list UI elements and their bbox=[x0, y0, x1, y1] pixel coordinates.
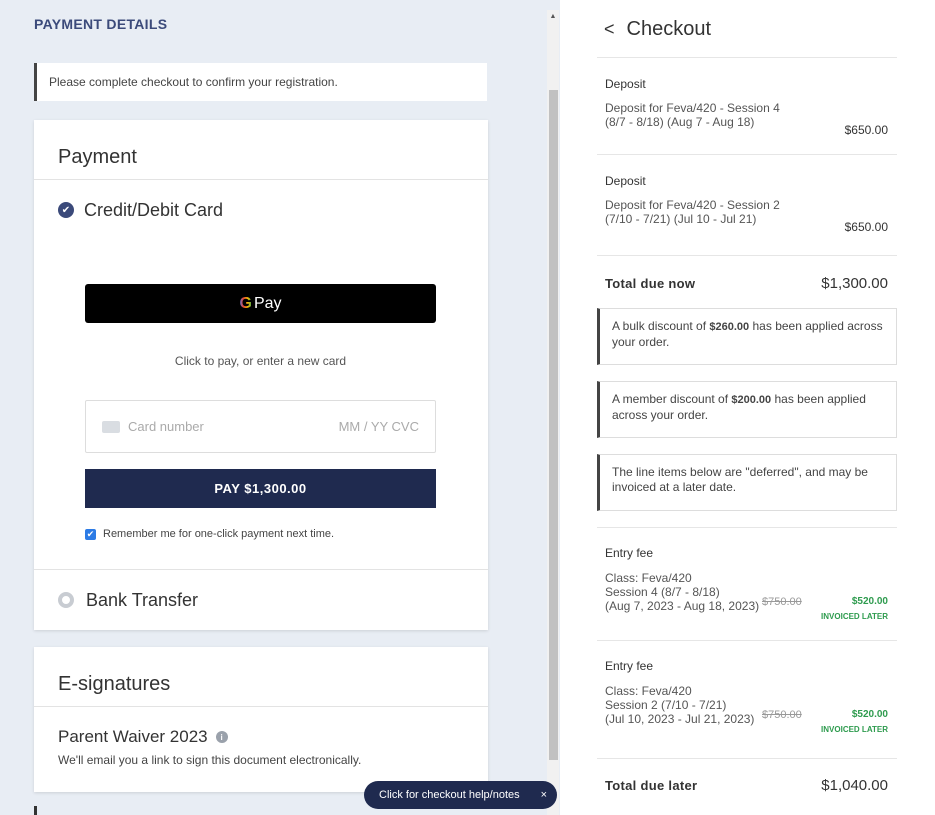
radio-icon[interactable] bbox=[58, 592, 74, 608]
remember-me-row[interactable]: ✔ Remember me for one-click payment next… bbox=[85, 528, 334, 540]
chevron-left-icon[interactable]: < bbox=[604, 19, 615, 40]
line-item-title: Deposit bbox=[605, 174, 646, 188]
payment-card: Payment ✔ Credit/Debit Card G Pay Click … bbox=[34, 120, 488, 630]
esignatures-card: E-signatures Parent Waiver 2023 i We'll … bbox=[34, 647, 488, 792]
registration-notice: Please complete checkout to confirm your… bbox=[34, 63, 487, 101]
bank-transfer-label: Bank Transfer bbox=[86, 589, 199, 610]
google-pay-label: Pay bbox=[253, 294, 282, 312]
checkout-help-label: Click for checkout help/notes bbox=[379, 789, 520, 801]
line-item-amount: $650.00 bbox=[844, 220, 888, 234]
section-title: PAYMENT DETAILS bbox=[34, 16, 168, 32]
bulk-discount-note: A bulk discount of $260.00 has been appl… bbox=[597, 308, 897, 365]
scrollbar[interactable]: ▲ bbox=[547, 10, 559, 815]
divider bbox=[597, 255, 897, 256]
remember-me-label: Remember me for one-click payment next t… bbox=[103, 528, 335, 540]
divider bbox=[597, 154, 897, 155]
scroll-up-arrow-icon[interactable]: ▲ bbox=[547, 10, 559, 24]
waiver-title-row: Parent Waiver 2023 i bbox=[34, 707, 488, 747]
total-due-now-value: $1,300.00 bbox=[821, 275, 888, 292]
click-to-pay-text: Click to pay, or enter a new card bbox=[174, 354, 347, 368]
esignatures-heading: E-signatures bbox=[34, 647, 488, 707]
payment-details-panel: PAYMENT DETAILS Please complete checkout… bbox=[0, 0, 560, 815]
total-due-later-row: Total due later $1,040.00 bbox=[605, 777, 888, 794]
total-due-now-label: Total due now bbox=[605, 276, 696, 291]
info-icon[interactable]: i bbox=[215, 731, 228, 743]
member-discount-note: A member discount of $200.00 has been ap… bbox=[597, 381, 897, 438]
original-price: $750.00 bbox=[762, 709, 802, 721]
invoiced-later-badge: INVOICED LATER bbox=[821, 612, 888, 621]
original-price: $750.00 bbox=[762, 596, 802, 608]
total-due-later-value: $1,040.00 bbox=[821, 777, 888, 794]
discounted-price: $520.00 bbox=[851, 709, 888, 720]
check-circle-icon: ✔ bbox=[58, 202, 74, 218]
line-item-amount: $650.00 bbox=[844, 123, 888, 137]
waiver-title: Parent Waiver 2023 bbox=[58, 727, 208, 746]
discounted-price: $520.00 bbox=[851, 596, 888, 607]
credit-card-option[interactable]: ✔ Credit/Debit Card bbox=[34, 180, 488, 240]
card-number-input[interactable]: Card number MM / YY CVC bbox=[85, 400, 436, 453]
next-card-edge bbox=[34, 806, 37, 815]
bank-transfer-option[interactable]: Bank Transfer bbox=[34, 569, 488, 630]
close-icon[interactable]: × bbox=[541, 789, 547, 801]
total-due-now-row: Total due now $1,300.00 bbox=[605, 275, 888, 292]
divider bbox=[597, 758, 897, 759]
waiver-description: We'll email you a link to sign this docu… bbox=[58, 753, 362, 767]
line-item-title: Deposit bbox=[605, 77, 646, 91]
card-number-placeholder: Card number bbox=[128, 419, 204, 434]
credit-card-icon bbox=[102, 420, 120, 433]
invoiced-later-badge: INVOICED LATER bbox=[821, 725, 888, 734]
line-item-description: Deposit for Feva/420 - Session 4 (8/7 - … bbox=[605, 101, 780, 129]
total-due-later-label: Total due later bbox=[605, 778, 698, 793]
payment-heading: Payment bbox=[34, 120, 488, 180]
checkout-title: Checkout bbox=[626, 18, 712, 40]
divider bbox=[597, 527, 897, 528]
divider bbox=[597, 640, 897, 641]
scrollbar-thumb[interactable] bbox=[549, 90, 558, 760]
credit-card-label: Credit/Debit Card bbox=[84, 199, 224, 220]
google-g-icon: G bbox=[239, 294, 252, 312]
expiry-cvc-placeholder: MM / YY CVC bbox=[338, 419, 419, 434]
divider bbox=[597, 57, 897, 58]
checkout-help-button[interactable]: Click for checkout help/notes × bbox=[364, 781, 557, 809]
remember-me-checkbox[interactable]: ✔ bbox=[85, 528, 96, 540]
google-pay-button[interactable]: G Pay bbox=[85, 284, 436, 323]
deferred-item-title: Entry fee bbox=[605, 659, 654, 673]
checkout-summary-panel: < Checkout Deposit Deposit for Feva/420 … bbox=[560, 0, 935, 815]
checkout-header[interactable]: < Checkout bbox=[604, 18, 711, 41]
line-item-description: Deposit for Feva/420 - Session 2 (7/10 -… bbox=[605, 198, 780, 226]
pay-button[interactable]: PAY $1,300.00 bbox=[85, 469, 436, 508]
deferred-item-title: Entry fee bbox=[605, 546, 654, 560]
deferred-items-note: The line items below are "deferred", and… bbox=[597, 454, 897, 511]
